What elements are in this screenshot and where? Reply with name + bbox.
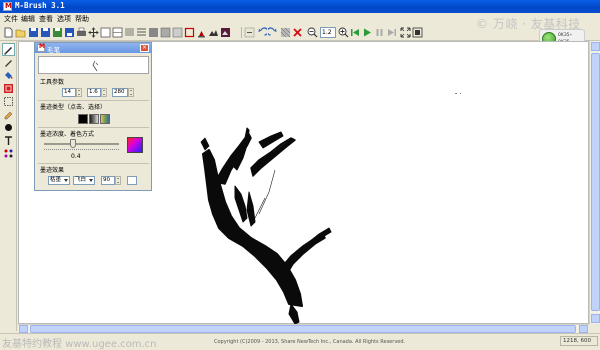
- horizontal-scrollbar[interactable]: [18, 324, 589, 333]
- grid-7-icon[interactable]: [172, 27, 183, 38]
- divider: [38, 163, 149, 164]
- fit-screen-icon[interactable]: [400, 27, 411, 38]
- horizontal-scroll-thumb[interactable]: [30, 325, 576, 333]
- pen-tool-icon[interactable]: [3, 57, 14, 68]
- move-icon[interactable]: [88, 27, 99, 38]
- image-icon[interactable]: [220, 27, 231, 38]
- stamp-icon[interactable]: [196, 27, 207, 38]
- ink-value-label: 0.4: [71, 153, 81, 160]
- menu-options[interactable]: 选项: [57, 14, 71, 24]
- param-ink-input[interactable]: 280: [112, 88, 128, 97]
- scroll-down-icon[interactable]: [591, 314, 600, 323]
- param-size-input[interactable]: 14: [62, 88, 76, 97]
- app-icon: [3, 2, 12, 11]
- brush-type-label: 墨迹类型（点击、选择）: [40, 104, 107, 111]
- param-pressure-input[interactable]: 1.6: [87, 88, 101, 97]
- redo-icon[interactable]: [268, 27, 279, 38]
- ink-tool-icon[interactable]: [3, 122, 14, 133]
- pattern-icon[interactable]: [280, 27, 291, 38]
- zoom-in-icon[interactable]: [338, 27, 349, 38]
- pause-icon[interactable]: [374, 27, 385, 38]
- brush-type-swatch-2[interactable]: [89, 114, 99, 124]
- effect-dropdown-1[interactable]: 枯墨: [48, 176, 70, 185]
- effect-extra-input[interactable]: [127, 176, 137, 185]
- ink-slider-ticks: [44, 149, 119, 151]
- delete-icon[interactable]: [292, 27, 303, 38]
- new-file-icon[interactable]: [3, 27, 14, 38]
- brush-panel-title: 毛笔: [47, 46, 60, 54]
- effect-value-spinner[interactable]: [115, 176, 121, 185]
- menu-help[interactable]: 帮助: [75, 14, 89, 24]
- coordinate-readout: 1218, 600: [560, 336, 598, 346]
- zoom-input[interactable]: 1.2: [320, 27, 336, 38]
- select-tool-icon[interactable]: [3, 96, 14, 107]
- brush-type-swatch-1[interactable]: [78, 114, 88, 124]
- settings-icon[interactable]: [244, 27, 255, 38]
- ink-settings-label: 墨迹浓度、着色方式: [40, 131, 95, 138]
- ink-slider-thumb[interactable]: [70, 139, 76, 148]
- landscape-icon[interactable]: [208, 27, 219, 38]
- grid-6-icon[interactable]: [160, 27, 171, 38]
- fullscreen-icon[interactable]: [412, 27, 423, 38]
- grid-2-icon[interactable]: [112, 27, 123, 38]
- brush-panel-icon: [37, 43, 45, 52]
- close-icon[interactable]: ×: [140, 44, 149, 52]
- brush-type-swatch-3[interactable]: [100, 114, 110, 124]
- brush-preview: [38, 56, 149, 74]
- brush-tip-icon: [92, 60, 99, 72]
- print-icon[interactable]: [76, 27, 87, 38]
- title-bar: M-Brush 3.1: [0, 0, 600, 13]
- undo-icon[interactable]: [256, 27, 267, 38]
- ink-slider-track[interactable]: [44, 143, 119, 145]
- brush-panel-titlebar[interactable]: 毛笔: [35, 43, 151, 54]
- brush-tool-icon[interactable]: [2, 43, 15, 56]
- open-folder-icon[interactable]: [15, 27, 26, 38]
- color-dots-icon[interactable]: [3, 148, 14, 159]
- divider: [38, 127, 149, 128]
- save-all-icon[interactable]: [64, 27, 75, 38]
- scroll-right-icon[interactable]: [579, 325, 588, 333]
- color-picker-button[interactable]: [127, 137, 143, 153]
- vertical-scroll-thumb[interactable]: [591, 53, 600, 311]
- seal-tool-icon[interactable]: [3, 83, 14, 94]
- scroll-left-icon[interactable]: [19, 325, 28, 333]
- rewind-icon[interactable]: [350, 27, 361, 38]
- text-tool-icon[interactable]: [3, 135, 14, 146]
- copyright-text: Copyright (C)2009 - 2013, Share NewTech …: [214, 339, 406, 345]
- grid-3-icon[interactable]: [124, 27, 135, 38]
- play-icon[interactable]: [362, 27, 373, 38]
- watermark-bottom: 友基特约教程 www.ugee.com.cn: [2, 339, 157, 350]
- tool-params-label: 工具参数: [40, 79, 65, 86]
- window-title: M-Brush 3.1: [15, 1, 65, 10]
- divider: [38, 100, 149, 101]
- tool-palette: [0, 41, 17, 331]
- nav-plus-icon[interactable]: +: [569, 33, 573, 38]
- next-icon[interactable]: [386, 27, 397, 38]
- brush-panel: 毛笔 × 工具参数 14 1.6 280 墨迹类型（点击、选择） 墨迹浓度、着色…: [34, 42, 152, 191]
- grid-5-icon[interactable]: [148, 27, 159, 38]
- menu-edit[interactable]: 编辑: [21, 14, 35, 24]
- effect-value-input[interactable]: 90: [101, 176, 115, 185]
- vertical-scrollbar[interactable]: [589, 41, 600, 324]
- menu-file[interactable]: 文件: [4, 14, 18, 24]
- scroll-up-icon[interactable]: [591, 42, 600, 51]
- effect-dropdown-2[interactable]: 飞白: [73, 176, 95, 185]
- param-size-spinner[interactable]: [76, 88, 82, 97]
- effect-label: 墨迹效果: [40, 167, 65, 174]
- zoom-out-icon[interactable]: [307, 27, 318, 38]
- frame-red-icon[interactable]: [184, 27, 195, 38]
- grid-4-icon[interactable]: [136, 27, 147, 38]
- save-icon[interactable]: [28, 27, 39, 38]
- param-ink-spinner[interactable]: [128, 88, 134, 97]
- export-icon[interactable]: [52, 27, 63, 38]
- nav-value-1: 0K35: [558, 33, 570, 38]
- grid-1-icon[interactable]: [100, 27, 111, 38]
- fill-tool-icon[interactable]: [3, 70, 14, 81]
- save-as-icon[interactable]: [40, 27, 51, 38]
- eraser-tool-icon[interactable]: [3, 109, 14, 120]
- menu-view[interactable]: 查看: [39, 14, 53, 24]
- param-pressure-spinner[interactable]: [101, 88, 107, 97]
